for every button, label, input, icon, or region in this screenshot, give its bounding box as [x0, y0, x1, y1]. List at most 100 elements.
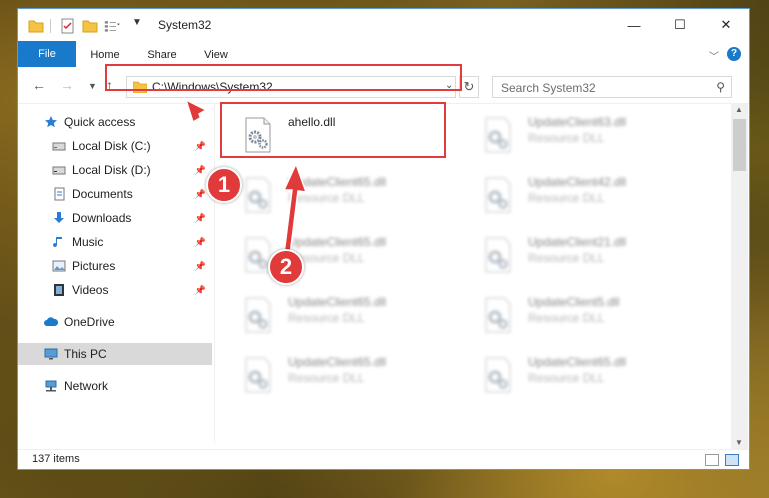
- sidebar-item-label: Videos: [72, 283, 109, 297]
- back-arrow-icon[interactable]: ←: [32, 77, 46, 93]
- sidebar-item-local-disk-c[interactable]: Local Disk (C:) 📌: [18, 135, 212, 157]
- file-name: UpdateClient65.dll: [288, 295, 387, 309]
- sidebar-item-pictures[interactable]: Pictures 📌: [18, 255, 212, 277]
- refresh-button[interactable]: ↻: [459, 76, 479, 98]
- new-folder-icon[interactable]: [82, 18, 98, 34]
- status-bar: 137 items: [18, 449, 749, 469]
- sidebar-item-documents[interactable]: Documents 📌: [18, 183, 212, 205]
- monitor-icon: [44, 348, 58, 360]
- drive-icon: [52, 142, 66, 151]
- sidebar-item-onedrive[interactable]: OneDrive: [18, 311, 212, 333]
- file-type: Resource DLL: [288, 371, 365, 385]
- forward-arrow-icon[interactable]: →: [60, 77, 74, 93]
- title-bar: ▼ System32 — ☐ ✕: [18, 9, 749, 41]
- file-item[interactable]: UpdateClient21.dll Resource DLL: [458, 229, 688, 281]
- videos-icon: [54, 284, 64, 296]
- file-name: UpdateClient65.dll: [288, 235, 387, 249]
- sidebar-item-label: Local Disk (D:): [72, 163, 151, 177]
- file-item[interactable]: UpdateClient5.dll Resource DLL: [458, 289, 688, 341]
- file-item[interactable]: UpdateClient65.dll Resource DLL: [218, 349, 448, 401]
- sidebar-item-videos[interactable]: Videos 📌: [18, 279, 212, 301]
- pin-icon[interactable]: 📌: [195, 231, 206, 253]
- scrollbar-thumb[interactable]: [733, 119, 746, 171]
- file-type: Resource DLL: [528, 191, 605, 205]
- file-item[interactable]: UpdateClient65.dll Resource DLL: [218, 289, 448, 341]
- pin-icon[interactable]: 📌: [195, 183, 206, 205]
- sidebar-item-label: Quick access: [64, 115, 136, 129]
- search-input[interactable]: [499, 79, 703, 97]
- file-name: UpdateClient65.dll: [288, 175, 387, 189]
- dll-gear-file-icon: [485, 237, 511, 273]
- scroll-down-arrow-icon[interactable]: ▼: [735, 438, 743, 447]
- file-type: Resource DLL: [288, 311, 365, 325]
- folder-icon[interactable]: [28, 18, 44, 34]
- sidebar-item-music[interactable]: Music 📌: [18, 231, 212, 253]
- search-box[interactable]: ⚲: [492, 76, 732, 98]
- pin-icon[interactable]: 📌: [195, 159, 206, 181]
- pane-divider[interactable]: [214, 103, 215, 443]
- dll-gear-file-icon: [485, 117, 511, 153]
- item-count: 137 items: [32, 453, 80, 465]
- file-name: UpdateClient65.dll: [288, 355, 387, 369]
- vertical-scrollbar[interactable]: ▲ ▼: [731, 103, 748, 449]
- file-name: UpdateClient63.dll: [528, 115, 627, 129]
- window-title: System32: [158, 18, 212, 32]
- file-name: UpdateClient65.dll: [528, 355, 627, 369]
- sidebar-item-label: Local Disk (C:): [72, 139, 151, 153]
- file-item[interactable]: UpdateClient65.dll Resource DLL: [218, 169, 448, 221]
- dll-gear-file-icon: [485, 297, 511, 333]
- sidebar-item-downloads[interactable]: Downloads 📌: [18, 207, 212, 229]
- dll-gear-file-icon: [245, 297, 271, 333]
- scroll-up-arrow-icon[interactable]: ▲: [735, 105, 743, 114]
- sidebar-item-local-disk-d[interactable]: Local Disk (D:) 📌: [18, 159, 212, 181]
- customize-toolbar-dropdown-icon[interactable]: ▼: [132, 17, 148, 33]
- sidebar-item-label: Documents: [72, 187, 133, 201]
- details-view-icon[interactable]: [705, 454, 719, 466]
- file-item[interactable]: UpdateClient65.dll Resource DLL: [458, 349, 688, 401]
- file-item[interactable]: UpdateClient65.dll Resource DLL: [218, 229, 448, 281]
- file-type: Resource DLL: [528, 251, 605, 265]
- sidebar-item-quick-access[interactable]: Quick access: [18, 111, 212, 133]
- recent-locations-chevron-icon[interactable]: ▼: [88, 81, 97, 91]
- file-name: UpdateClient42.dll: [528, 175, 627, 189]
- file-name: UpdateClient5.dll: [528, 295, 620, 309]
- callout-step-2: 2: [268, 249, 304, 285]
- large-icons-view-icon[interactable]: [725, 454, 739, 466]
- sidebar-item-network[interactable]: Network: [18, 375, 212, 397]
- expand-ribbon-chevron-icon[interactable]: ﹀: [709, 48, 719, 63]
- properties-icon[interactable]: [60, 18, 76, 34]
- drive-icon: [52, 166, 66, 175]
- help-icon[interactable]: ?: [727, 47, 741, 61]
- cloud-icon: [44, 317, 58, 326]
- pin-icon[interactable]: 📌: [195, 255, 206, 277]
- close-button[interactable]: ✕: [703, 9, 749, 41]
- dll-gear-file-icon: [245, 177, 271, 213]
- star-icon: [45, 116, 57, 128]
- pin-icon[interactable]: 📌: [195, 279, 206, 301]
- file-item[interactable]: UpdateClient42.dll Resource DLL: [458, 169, 688, 221]
- music-icon: [53, 237, 62, 248]
- dll-gear-file-icon: [485, 177, 511, 213]
- file-highlight-box: [220, 102, 446, 158]
- sidebar-item-label: Network: [64, 379, 109, 393]
- minimize-button[interactable]: —: [611, 9, 657, 41]
- toolbar-divider: [50, 19, 51, 33]
- view-menu-icon[interactable]: [104, 18, 120, 34]
- maximize-button[interactable]: ☐: [657, 9, 703, 41]
- sidebar-item-label: This PC: [64, 347, 107, 361]
- file-item[interactable]: UpdateClient63.dll Resource DLL: [458, 109, 688, 161]
- download-icon: [54, 212, 64, 223]
- file-type: Resource DLL: [288, 191, 365, 205]
- sidebar-item-label: Downloads: [72, 211, 132, 225]
- pin-icon[interactable]: 📌: [195, 135, 206, 157]
- address-highlight-box: [105, 64, 462, 91]
- file-type: Resource DLL: [528, 131, 605, 145]
- pin-icon[interactable]: 📌: [195, 207, 206, 229]
- sidebar-item-this-pc[interactable]: This PC: [18, 343, 212, 365]
- network-icon: [45, 380, 57, 392]
- tab-file[interactable]: File: [18, 41, 76, 67]
- documents-icon: [54, 187, 65, 201]
- callout-step-1: 1: [206, 167, 242, 203]
- file-type: Resource DLL: [528, 371, 605, 385]
- sidebar-item-label: OneDrive: [64, 315, 115, 329]
